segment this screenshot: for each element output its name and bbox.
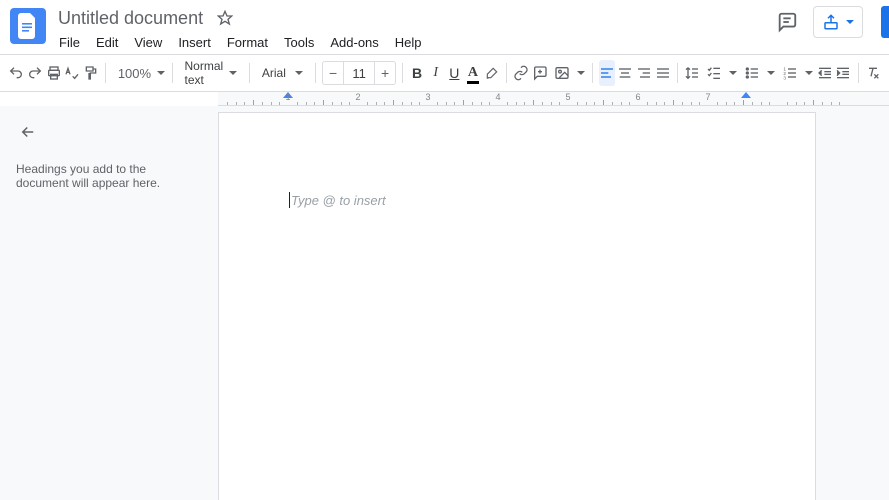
ruler-label: 4 bbox=[495, 92, 500, 102]
menu-view[interactable]: View bbox=[127, 33, 169, 52]
decrease-indent-button[interactable] bbox=[816, 60, 833, 86]
caret-icon bbox=[157, 71, 165, 75]
close-outline-button[interactable] bbox=[16, 120, 40, 144]
toolbar: 100% Normal text Arial − 11 + B I U A 12… bbox=[0, 54, 889, 92]
menu-help[interactable]: Help bbox=[388, 33, 429, 52]
right-indent-marker[interactable] bbox=[741, 92, 751, 98]
paragraph-style-value: Normal text bbox=[185, 59, 224, 87]
align-justify-button[interactable] bbox=[654, 60, 671, 86]
bulleted-list-dropdown[interactable] bbox=[740, 60, 776, 86]
numbered-list-dropdown[interactable]: 123 bbox=[778, 60, 814, 86]
svg-text:3: 3 bbox=[784, 76, 787, 81]
ruler-label: 6 bbox=[635, 92, 640, 102]
outline-pane: Headings you add to the document will ap… bbox=[0, 106, 218, 500]
ruler-label: 2 bbox=[355, 92, 360, 102]
increase-indent-button[interactable] bbox=[835, 60, 852, 86]
document-canvas[interactable]: Type @ to insert bbox=[218, 106, 889, 500]
font-size-decrease-button[interactable]: − bbox=[322, 61, 344, 85]
ruler-label: 5 bbox=[565, 92, 570, 102]
checklist-dropdown[interactable] bbox=[702, 60, 738, 86]
insert-image-dropdown[interactable] bbox=[550, 60, 586, 86]
font-family-dropdown[interactable]: Arial bbox=[256, 60, 310, 86]
underline-button[interactable]: U bbox=[446, 60, 463, 86]
share-caret-icon bbox=[846, 20, 854, 24]
insert-placeholder: Type @ to insert bbox=[291, 193, 386, 208]
caret-icon bbox=[229, 71, 237, 75]
separator bbox=[506, 63, 507, 83]
separator bbox=[677, 63, 678, 83]
ruler-label: 3 bbox=[425, 92, 430, 102]
ruler-label: 7 bbox=[705, 92, 710, 102]
caret-icon bbox=[767, 71, 775, 75]
clear-formatting-button[interactable] bbox=[864, 60, 881, 86]
undo-button[interactable] bbox=[8, 60, 25, 86]
outline-hint-text: Headings you add to the document will ap… bbox=[16, 162, 202, 190]
separator bbox=[249, 63, 250, 83]
paragraph-style-dropdown[interactable]: Normal text bbox=[179, 60, 244, 86]
ruler-label: 1 bbox=[285, 92, 290, 102]
separator bbox=[172, 63, 173, 83]
line-spacing-button[interactable] bbox=[684, 60, 701, 86]
font-size-control: − 11 + bbox=[322, 60, 396, 86]
redo-button[interactable] bbox=[27, 60, 44, 86]
insert-image-button[interactable] bbox=[550, 60, 574, 86]
text-color-button[interactable]: A bbox=[465, 60, 482, 86]
menu-format[interactable]: Format bbox=[220, 33, 275, 52]
text-cursor bbox=[289, 192, 290, 208]
align-left-button[interactable] bbox=[599, 60, 616, 86]
caret-icon bbox=[805, 71, 813, 75]
menu-tools[interactable]: Tools bbox=[277, 33, 321, 52]
page[interactable]: Type @ to insert bbox=[218, 112, 816, 500]
star-button[interactable] bbox=[213, 6, 237, 30]
caret-icon bbox=[729, 71, 737, 75]
separator bbox=[105, 63, 106, 83]
menu-bar: File Edit View Insert Format Tools Add-o… bbox=[0, 30, 889, 54]
bulleted-list-button[interactable] bbox=[740, 60, 764, 86]
align-center-button[interactable] bbox=[617, 60, 634, 86]
separator bbox=[858, 63, 859, 83]
font-family-value: Arial bbox=[262, 66, 286, 80]
separator bbox=[315, 63, 316, 83]
paint-format-button[interactable] bbox=[83, 60, 100, 86]
menu-insert[interactable]: Insert bbox=[171, 33, 218, 52]
align-right-button[interactable] bbox=[636, 60, 653, 86]
checklist-button[interactable] bbox=[702, 60, 726, 86]
menu-file[interactable]: File bbox=[52, 33, 87, 52]
menu-edit[interactable]: Edit bbox=[89, 33, 125, 52]
caret-icon bbox=[295, 71, 303, 75]
bold-button[interactable]: B bbox=[409, 60, 426, 86]
separator bbox=[592, 63, 593, 83]
caret-icon bbox=[577, 71, 585, 75]
insert-link-button[interactable] bbox=[513, 60, 530, 86]
spellcheck-button[interactable] bbox=[64, 60, 81, 86]
menu-addons[interactable]: Add-ons bbox=[323, 33, 385, 52]
print-button[interactable] bbox=[45, 60, 62, 86]
zoom-dropdown[interactable]: 100% bbox=[112, 60, 166, 86]
document-title[interactable]: Untitled document bbox=[58, 6, 203, 29]
numbered-list-button[interactable]: 123 bbox=[778, 60, 802, 86]
italic-button[interactable]: I bbox=[427, 60, 444, 86]
zoom-value: 100% bbox=[118, 66, 151, 81]
horizontal-ruler[interactable]: 1 2 3 4 5 6 7 bbox=[218, 92, 889, 106]
separator bbox=[402, 63, 403, 83]
font-size-increase-button[interactable]: + bbox=[374, 61, 396, 85]
add-comment-button[interactable] bbox=[531, 60, 548, 86]
highlight-color-button[interactable] bbox=[483, 60, 500, 86]
font-size-value[interactable]: 11 bbox=[344, 61, 374, 85]
